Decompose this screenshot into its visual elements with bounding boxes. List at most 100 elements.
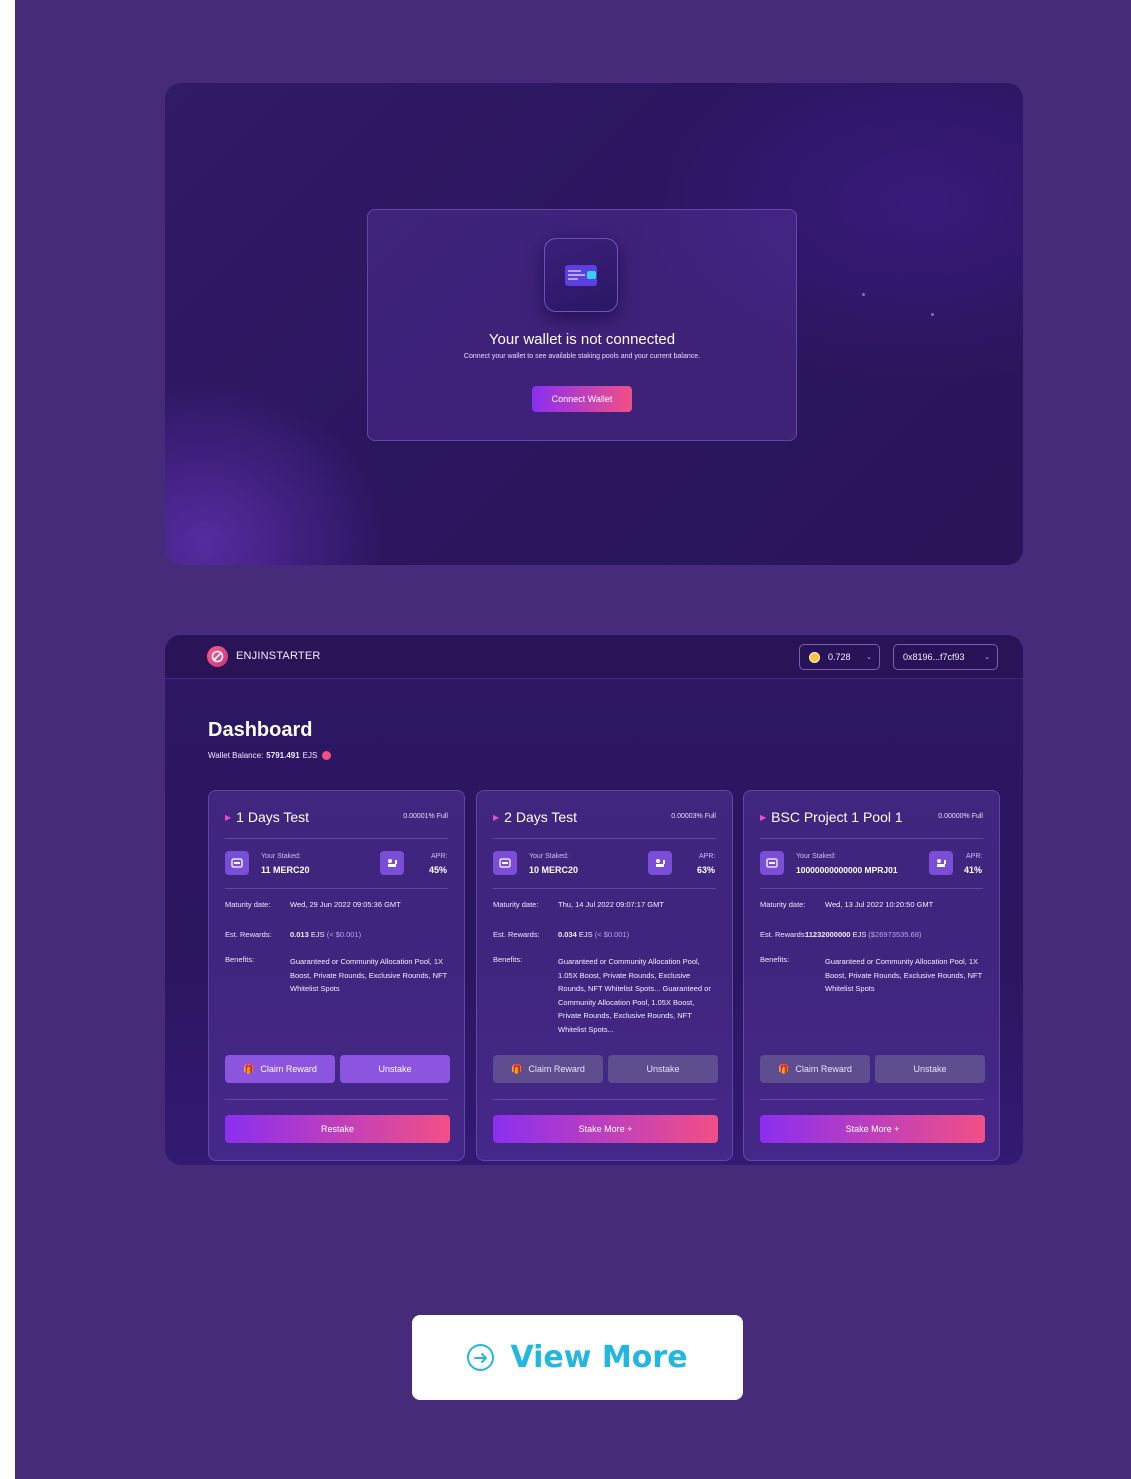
staked-label: Your Staked: (261, 853, 301, 860)
dashboard-screenshot: ENJINSTARTER 0.728 ⌄ 0x8196...f7cf93 ⌄ D… (165, 635, 1023, 1165)
connect-wallet-button[interactable]: Connect Wallet (532, 386, 632, 412)
stake-more-button[interactable]: Stake More + (760, 1115, 985, 1143)
wallet-balance-label: Wallet Balance: (208, 751, 264, 760)
chevron-down-icon: ⌄ (866, 654, 872, 661)
unstake-button[interactable]: Unstake (608, 1055, 718, 1083)
divider (760, 838, 983, 839)
rewards-value: 0.013 EJS (< $0.001) (290, 930, 362, 939)
wallet-status-subtitle: Connect your wallet to see available sta… (463, 353, 701, 360)
claim-reward-button[interactable]: 🎁 Claim Reward (493, 1055, 603, 1083)
pool-title: ▶ 2 Days Test (493, 809, 577, 825)
star-decoration (862, 293, 865, 296)
rewards-label: Est. Rewards: (225, 930, 272, 939)
page-title: Dashboard (208, 719, 313, 741)
wallet-icon (493, 851, 517, 875)
divider (760, 1099, 983, 1100)
pool-fill-percentage: 0.00000% Full (938, 813, 983, 820)
staking-pool-card: ▶ 2 Days Test 0.00003% Full Your Staked:… (476, 790, 733, 1161)
wallet-connect-screenshot: Your wallet is not connected Connect you… (165, 83, 1023, 565)
maturity-value: Wed, 13 Jul 2022 10:20:50 GMT (825, 900, 934, 909)
rewards-value: 11232000000 EJS ($26973535.68) (805, 930, 922, 939)
wallet-address-value: 0x8196...f7cf93 (903, 652, 965, 662)
claim-reward-button[interactable]: 🎁 Claim Reward (225, 1055, 335, 1083)
divider (493, 888, 716, 889)
wallet-balance-value: 5791.491 (266, 751, 300, 760)
claim-reward-label: Claim Reward (528, 1064, 585, 1074)
staked-label: Your Staked: (529, 853, 569, 860)
gift-icon: 🎁 (511, 1063, 523, 1074)
rewards-value: 0.034 EJS (< $0.001) (558, 930, 630, 939)
rewards-label: Est. Rewards: (760, 930, 807, 939)
apr-icon (929, 851, 953, 875)
benefits-value: Guaranteed or Community Allocation Pool,… (558, 957, 711, 1034)
apr-icon (648, 851, 672, 875)
apr-value: 41% (964, 865, 983, 875)
pool-name: BSC Project 1 Pool 1 (771, 809, 903, 825)
token-balance-value: 0.728 (828, 652, 851, 662)
maturity-value: Thu, 14 Jul 2022 09:07:17 GMT (558, 900, 664, 909)
token-balance-dropdown[interactable]: 0.728 ⌄ (799, 644, 880, 670)
maturity-label: Maturity date: (225, 900, 271, 909)
caret-right-icon: ▶ (225, 812, 232, 822)
staked-value: 11 MERC20 (261, 865, 310, 875)
rewards-label: Est. Rewards: (493, 930, 540, 939)
caret-right-icon: ▶ (493, 812, 500, 822)
staking-pool-card: ▶ 1 Days Test 0.00001% Full Your Staked:… (208, 790, 465, 1161)
enjinstarter-logo-icon[interactable] (207, 646, 228, 667)
coin-icon (809, 651, 820, 663)
benefits-value: Guaranteed or Community Allocation Pool,… (825, 957, 983, 993)
staked-label: Your Staked: (796, 853, 836, 860)
stake-more-button[interactable]: Stake More + (493, 1115, 718, 1143)
ejs-token-icon (322, 751, 332, 760)
divider (225, 838, 448, 839)
caret-right-icon: ▶ (760, 812, 767, 822)
arrow-right-circle-icon (467, 1344, 495, 1371)
claim-reward-label: Claim Reward (260, 1064, 317, 1074)
benefits-value: Guaranteed or Community Allocation Pool,… (290, 957, 448, 993)
pool-name: 1 Days Test (236, 809, 310, 825)
apr-icon (380, 851, 404, 875)
gift-icon: 🎁 (243, 1063, 255, 1074)
apr-label: APR: (431, 853, 448, 860)
wallet-address-dropdown[interactable]: 0x8196...f7cf93 ⌄ (893, 644, 998, 670)
apr-label: APR: (699, 853, 716, 860)
pool-name: 2 Days Test (504, 809, 578, 825)
wallet-icon (225, 851, 249, 875)
pool-title: ▶ 1 Days Test (225, 809, 309, 825)
unstake-button[interactable]: Unstake (340, 1055, 450, 1083)
apr-value: 45% (429, 865, 448, 875)
wallet-icon (760, 851, 784, 875)
maturity-label: Maturity date: (493, 900, 539, 909)
pool-title: ▶ BSC Project 1 Pool 1 (760, 809, 903, 825)
benefits-label: Benefits: (225, 955, 255, 964)
view-more-label: View More (510, 1340, 688, 1375)
divider (493, 1099, 716, 1100)
staked-value: 10 MERC20 (529, 865, 579, 875)
pool-fill-percentage: 0.00003% Full (671, 813, 716, 820)
wallet-status-title: Your wallet is not connected (488, 331, 676, 348)
maturity-value: Wed, 29 Jun 2022 09:05:36 GMT (290, 900, 401, 909)
view-more-button[interactable]: View More (412, 1315, 743, 1400)
restake-button[interactable]: Restake (225, 1115, 450, 1143)
apr-label: APR: (966, 853, 983, 860)
divider (225, 888, 448, 889)
divider (760, 888, 983, 889)
top-navbar: ENJINSTARTER 0.728 ⌄ 0x8196...f7cf93 ⌄ (165, 635, 1023, 679)
wallet-not-connected-card: Your wallet is not connected Connect you… (367, 209, 797, 441)
brand-name[interactable]: ENJINSTARTER (236, 650, 321, 662)
unstake-button[interactable]: Unstake (875, 1055, 985, 1083)
wallet-icon (544, 238, 618, 312)
claim-reward-button[interactable]: 🎁 Claim Reward (760, 1055, 870, 1083)
gift-icon: 🎁 (778, 1063, 790, 1074)
chevron-down-icon: ⌄ (984, 654, 990, 661)
wallet-balance-unit: EJS (302, 751, 318, 760)
benefits-label: Benefits: (493, 955, 523, 964)
star-decoration (931, 313, 934, 316)
apr-value: 63% (697, 865, 716, 875)
staking-pool-card: ▶ BSC Project 1 Pool 1 0.00000% Full You… (743, 790, 1000, 1161)
divider (493, 838, 716, 839)
benefits-label: Benefits: (760, 955, 790, 964)
staked-value: 10000000000000 MPRJ01 (796, 865, 898, 875)
wallet-balance: Wallet Balance: 5791.491 EJS (208, 751, 332, 760)
pool-fill-percentage: 0.00001% Full (403, 813, 448, 820)
